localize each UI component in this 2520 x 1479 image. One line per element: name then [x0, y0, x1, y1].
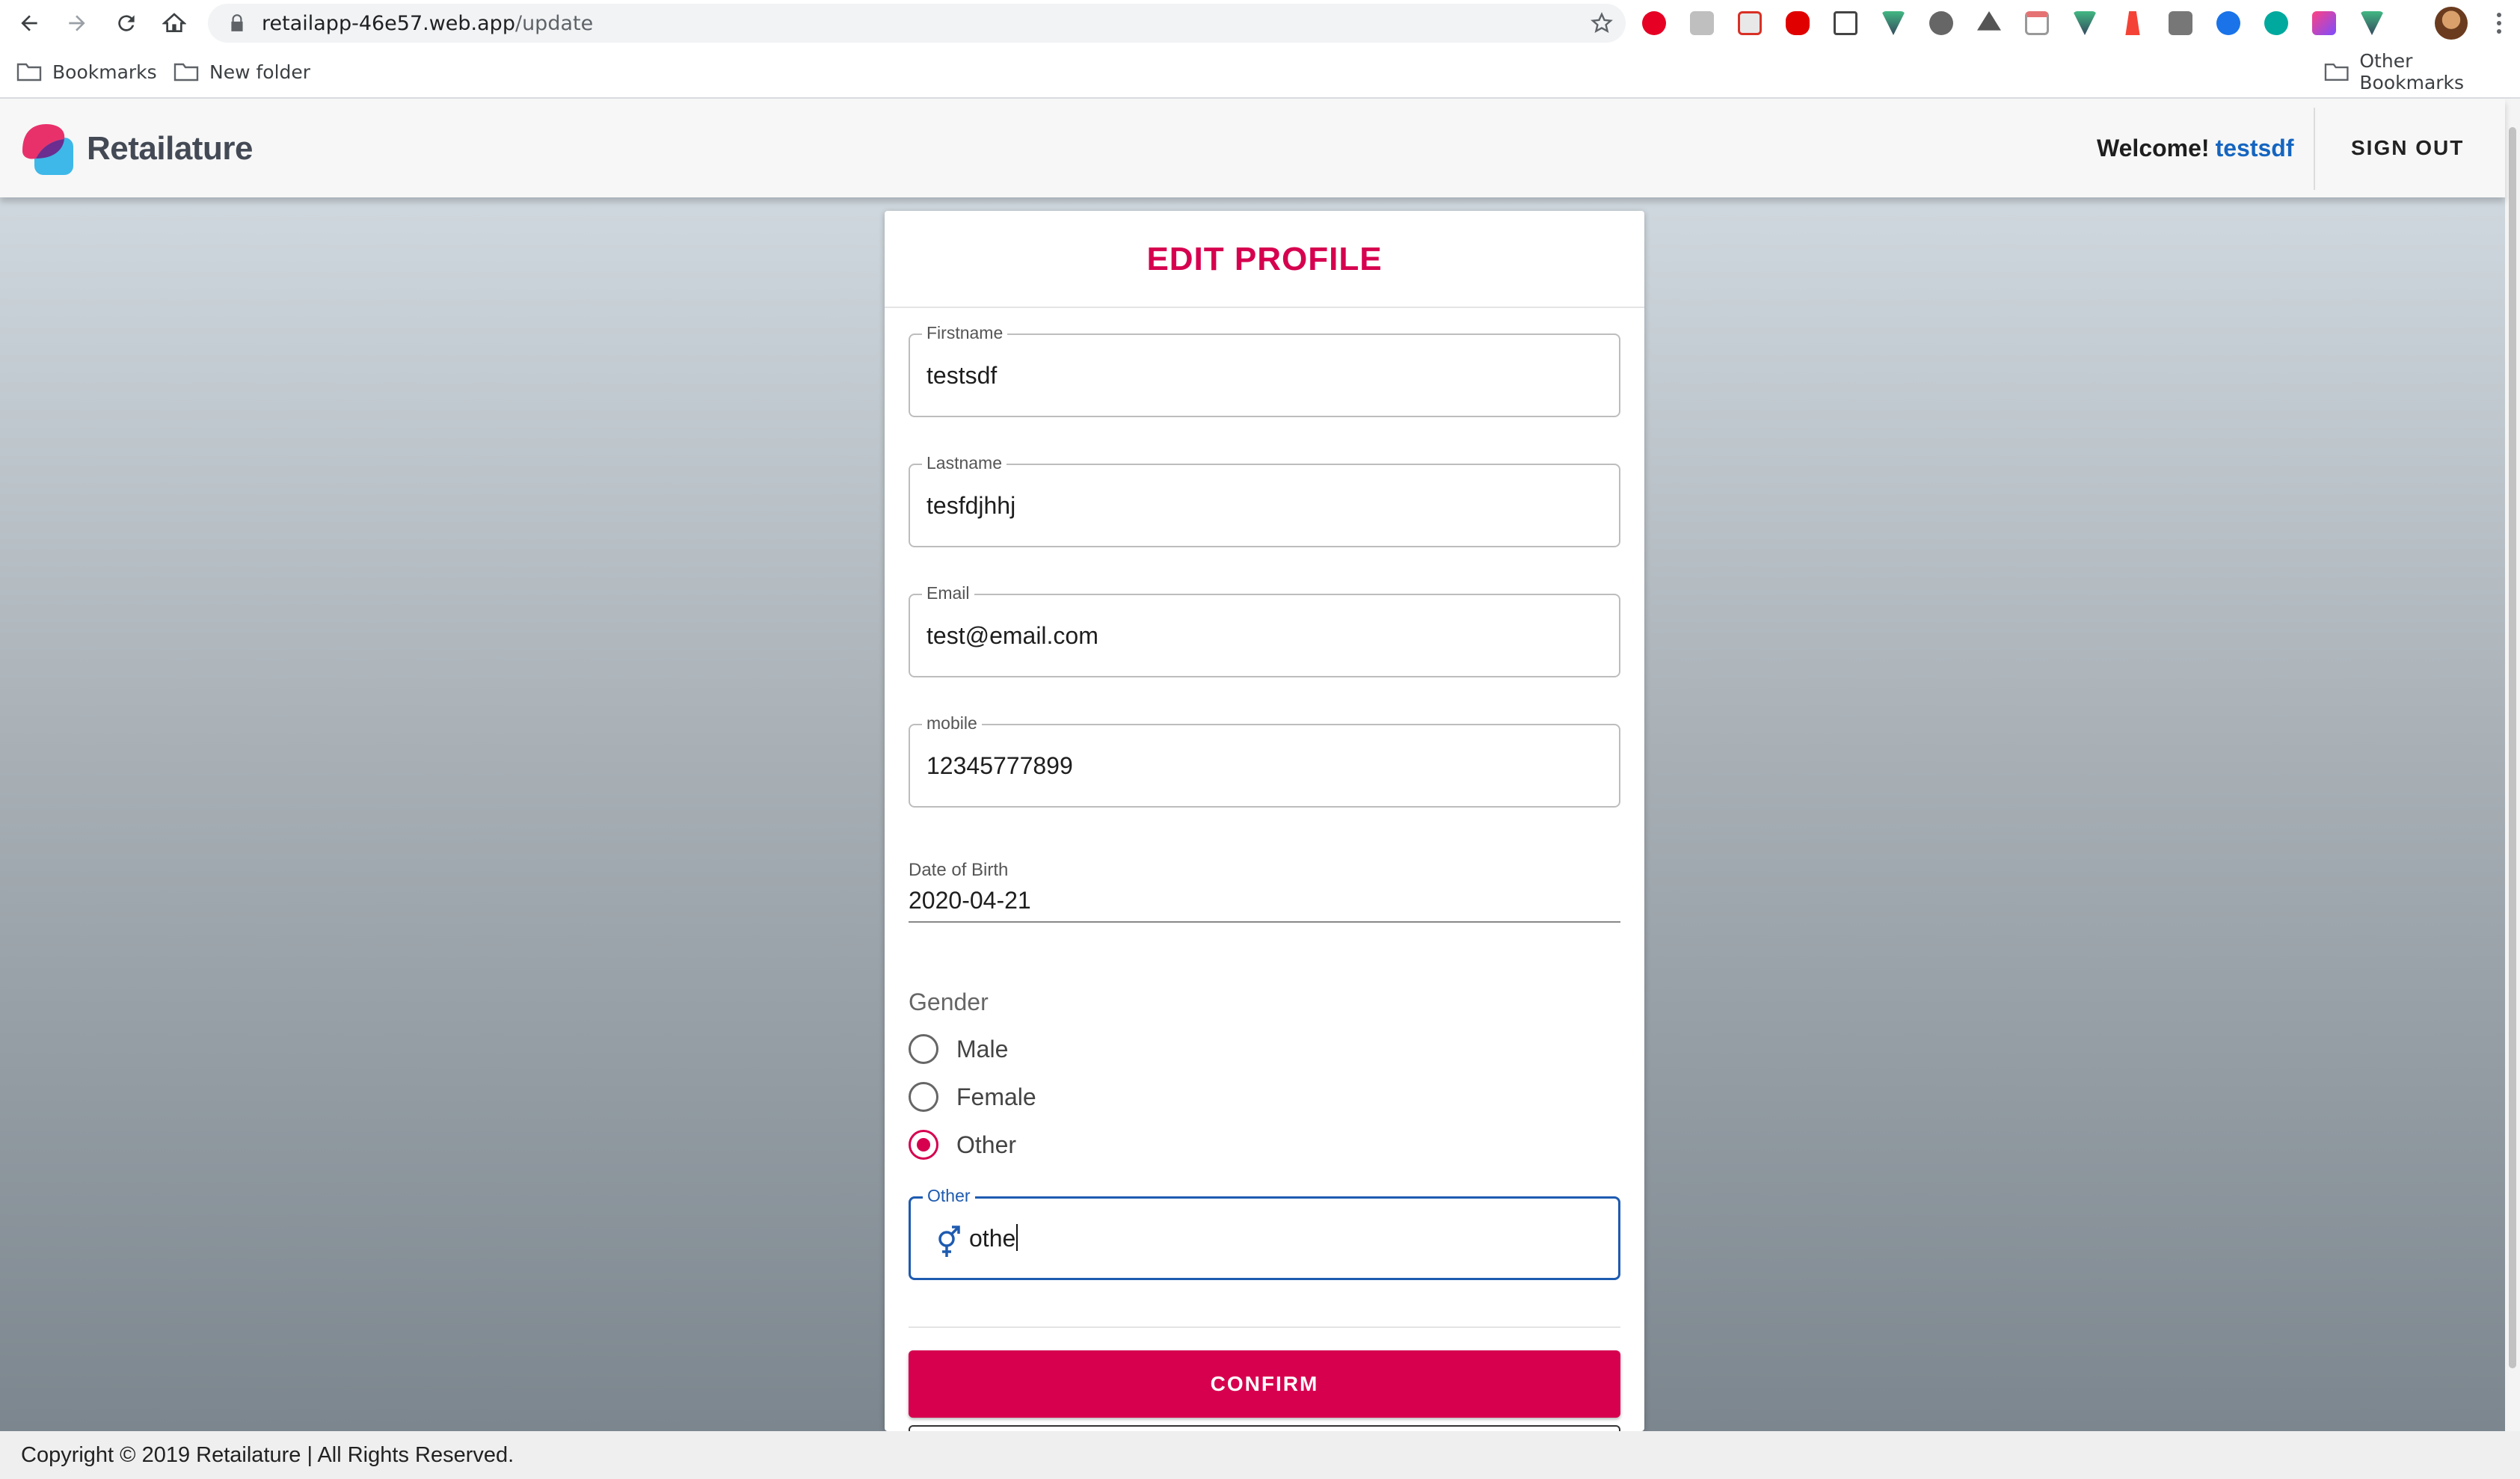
vue-extension-icon[interactable]	[2068, 7, 2101, 40]
dob-field[interactable]: 2020-04-21	[909, 887, 1620, 923]
bug-extension-icon[interactable]	[1925, 7, 1958, 40]
welcome-label: Welcome!	[2097, 135, 2210, 162]
extensions-bar	[1638, 6, 2388, 40]
pinterest-extension-icon[interactable]	[1638, 7, 1671, 40]
json-extension-icon[interactable]	[1829, 7, 1862, 40]
folder-icon	[16, 63, 42, 82]
forward-icon[interactable]	[54, 0, 100, 46]
firstname-value: testsdf	[926, 362, 998, 389]
other-input[interactable]: othe	[969, 1224, 1018, 1252]
gradient-extension-icon[interactable]	[2308, 7, 2341, 40]
lighthouse-extension-icon[interactable]	[2116, 7, 2149, 40]
retailature-logo-icon	[22, 124, 73, 175]
page-title: EDIT PROFILE	[1146, 241, 1383, 277]
firstname-label: Firstname	[922, 323, 1008, 343]
mobile-value: 12345777899	[926, 752, 1073, 779]
vue-devtools-icon[interactable]	[1877, 7, 1910, 40]
adblock-extension-icon[interactable]	[1781, 7, 1814, 40]
app-header: Retailature Welcome! testsdf SIGN OUT	[0, 99, 2505, 197]
browser-toolbar: retailapp-46e57.web.app/update	[0, 0, 2520, 46]
pdf-extension-icon[interactable]	[1733, 7, 1766, 40]
logo-text: Retailature	[87, 130, 253, 167]
lock-icon	[231, 14, 243, 31]
radio-label-male: Male	[956, 1035, 1009, 1063]
gender-option-female[interactable]: Female	[909, 1078, 1036, 1116]
mobile-field[interactable]: mobile 12345777899	[909, 713, 1620, 808]
welcome-message: Welcome! testsdf	[2097, 135, 2293, 162]
lastname-label: Lastname	[922, 453, 1007, 473]
camera-extension-icon[interactable]	[2164, 7, 2197, 40]
footer: Copyright © 2019 Retailature | All Right…	[0, 1431, 2520, 1479]
email-value: test@email.com	[926, 622, 1098, 649]
url-text: retailapp-46e57.web.app/update	[262, 12, 593, 35]
email-label: Email	[922, 583, 974, 603]
gender-icon	[938, 1226, 960, 1257]
copyright-text: Copyright © 2019 Retailature | All Right…	[21, 1443, 514, 1467]
radio-other[interactable]	[909, 1130, 938, 1160]
bookmarks-bar: Bookmarks New folder Other Bookmarks	[0, 46, 2520, 99]
url-path: /update	[514, 11, 594, 35]
secondary-button[interactable]	[909, 1425, 1620, 1431]
bookmark-label: New folder	[209, 61, 311, 83]
gender-label: Gender	[909, 988, 989, 1015]
firstname-field[interactable]: Firstname testsdf	[909, 323, 1620, 417]
bookmark-folder-new-folder[interactable]: New folder	[173, 60, 310, 84]
back-icon[interactable]	[6, 0, 52, 46]
other-label: Other	[923, 1186, 975, 1206]
mobile-label: mobile	[922, 713, 982, 734]
url-host: retailapp-46e57.web.app	[262, 11, 515, 35]
profile-avatar[interactable]	[2435, 7, 2468, 40]
bookmark-label: Other Bookmarks	[2359, 50, 2465, 93]
gender-option-other[interactable]: Other	[909, 1126, 1016, 1163]
lastname-value: tesfdjhhj	[926, 492, 1016, 519]
scrollbar-thumb[interactable]	[2509, 127, 2516, 1368]
username-link[interactable]: testsdf	[2216, 135, 2294, 162]
confirm-button[interactable]: CONFIRM	[909, 1350, 1620, 1418]
title-divider	[885, 307, 1644, 308]
email-field[interactable]: Email test@email.com	[909, 583, 1620, 677]
reload-icon[interactable]	[103, 0, 150, 46]
address-bar[interactable]: retailapp-46e57.web.app/update	[208, 4, 1626, 43]
edit-profile-card: EDIT PROFILE Firstname testsdf Lastname …	[885, 211, 1644, 1431]
vue-extension-2-icon[interactable]	[2355, 7, 2388, 40]
radio-label-other: Other	[956, 1131, 1017, 1158]
lastname-field[interactable]: Lastname tesfdjhhj	[909, 453, 1620, 547]
form-divider	[909, 1326, 1620, 1328]
radio-male[interactable]	[909, 1034, 938, 1064]
dob-label: Date of Birth	[909, 860, 1009, 880]
bookmark-folder-bookmarks[interactable]: Bookmarks	[16, 60, 157, 84]
folder-icon	[2324, 64, 2349, 81]
m-extension-icon[interactable]	[2260, 7, 2293, 40]
home-icon[interactable]	[151, 0, 197, 46]
browser-menu-icon[interactable]	[2484, 7, 2514, 39]
radio-female[interactable]	[909, 1082, 938, 1112]
gender-option-male[interactable]: Male	[909, 1030, 1008, 1068]
sign-out-button[interactable]: SIGN OUT	[2332, 126, 2483, 170]
header-divider	[2314, 108, 2315, 190]
other-gender-field[interactable]: Other othe	[909, 1186, 1620, 1280]
bookmark-star-icon[interactable]	[1590, 11, 1614, 35]
other-input-value: othe	[969, 1225, 1016, 1252]
text-caret	[1016, 1224, 1018, 1251]
calendar-extension-icon[interactable]	[2020, 7, 2053, 40]
recycle-extension-icon[interactable]	[1973, 7, 2006, 40]
bookmark-folder-other[interactable]: Other Bookmarks	[2324, 50, 2520, 93]
extension-icon[interactable]	[1685, 7, 1718, 40]
bookmark-label: Bookmarks	[52, 61, 157, 83]
folder-icon	[173, 63, 199, 82]
radio-label-female: Female	[956, 1083, 1036, 1110]
feather-extension-icon[interactable]	[2212, 7, 2245, 40]
